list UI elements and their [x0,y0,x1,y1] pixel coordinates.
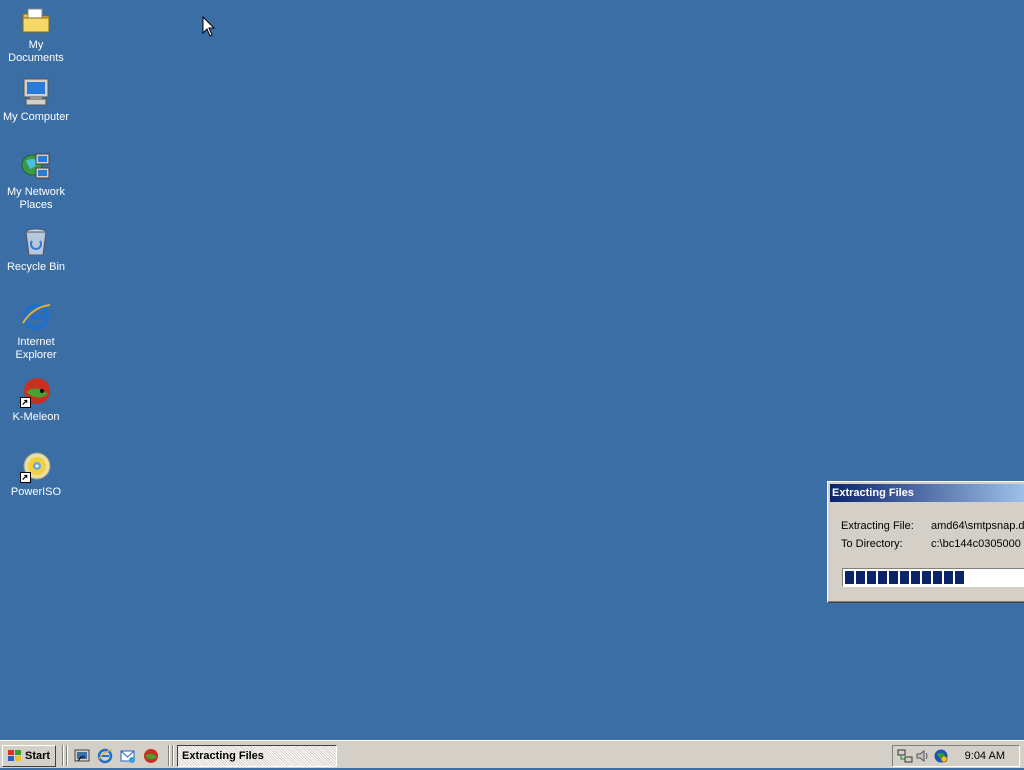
taskbar: Start Extracting Files 9:04 AM [0,740,1024,768]
update-tray-icon[interactable] [933,748,949,764]
desktop-icon-label: Internet Explorer [15,336,57,361]
start-button[interactable]: Start [2,745,56,767]
progress-segment [911,571,920,584]
k-meleon-icon [20,376,52,408]
network-places-icon [20,151,52,183]
progress-segment [944,571,953,584]
internet-explorer-icon [20,301,52,333]
progress-segment [867,571,876,584]
to-directory-label: To Directory: [841,538,903,550]
extracting-files-dialog[interactable]: Extracting Files Extracting File: amd64\s… [827,481,1024,603]
taskbar-button-extracting-files[interactable]: Extracting Files [177,745,337,767]
shortcut-arrow-icon [20,472,31,483]
progress-segment [955,571,964,584]
desktop-icon-k-meleon[interactable]: K-Meleon [0,376,72,424]
to-directory-value: c:\bc144c0305000 [931,538,1021,550]
taskbar-separator [172,745,174,766]
volume-tray-icon[interactable] [915,748,931,764]
k-meleon-icon[interactable] [142,747,160,765]
desktop-icon-label: My Documents [8,39,64,64]
desktop-icon-my-documents[interactable]: My Documents [0,4,72,65]
taskbar-separator [62,745,64,766]
extraction-progress-bar [842,568,1024,587]
taskbar-separator [168,745,170,766]
recycle-bin-icon [20,226,52,258]
extracting-file-label: Extracting File: [841,520,914,532]
desktop-icon-label: PowerISO [10,486,62,498]
desktop-icon-my-network-places[interactable]: My Network Places [0,151,72,212]
desktop-icon-poweriso[interactable]: PowerISO [0,451,72,499]
progress-segment [845,571,854,584]
dialog-title[interactable]: Extracting Files [830,484,1024,502]
start-label: Start [25,750,51,762]
desktop-icon-label: My Computer [2,111,70,123]
extracting-file-value: amd64\smtpsnap.dll [931,520,1024,532]
shortcut-arrow-icon [20,397,31,408]
poweriso-icon [20,451,52,483]
desktop: My Documents My Computer My Network Plac… [0,0,1024,740]
desktop-icon-internet-explorer[interactable]: Internet Explorer [0,301,72,362]
show-desktop-icon[interactable] [73,747,91,765]
system-tray: 9:04 AM [892,745,1020,767]
progress-fill [845,571,1024,584]
to-directory-row: To Directory: c:\bc144c0305000 [841,538,1021,550]
progress-segment [933,571,942,584]
desktop-icon-my-computer[interactable]: My Computer [0,76,72,124]
folder-documents-icon [20,4,52,36]
progress-segment [889,571,898,584]
desktop-icon-label: My Network Places [6,186,66,211]
progress-segment [900,571,909,584]
progress-segment [922,571,931,584]
extracting-file-row: Extracting File: amd64\smtpsnap.dll [841,520,1024,532]
windows-flag-icon [7,749,23,763]
internet-explorer-icon[interactable] [96,747,114,765]
taskbar-separator [66,745,68,766]
desktop-icon-label: K-Meleon [12,411,60,423]
desktop-icon-label: Recycle Bin [6,261,66,273]
desktop-icon-recycle-bin[interactable]: Recycle Bin [0,226,72,274]
clock[interactable]: 9:04 AM [965,746,1005,766]
progress-segment [856,571,865,584]
outlook-express-icon[interactable] [119,747,137,765]
progress-segment [878,571,887,584]
network-tray-icon[interactable] [897,748,913,764]
mouse-cursor-icon [202,15,216,38]
computer-icon [20,76,52,108]
